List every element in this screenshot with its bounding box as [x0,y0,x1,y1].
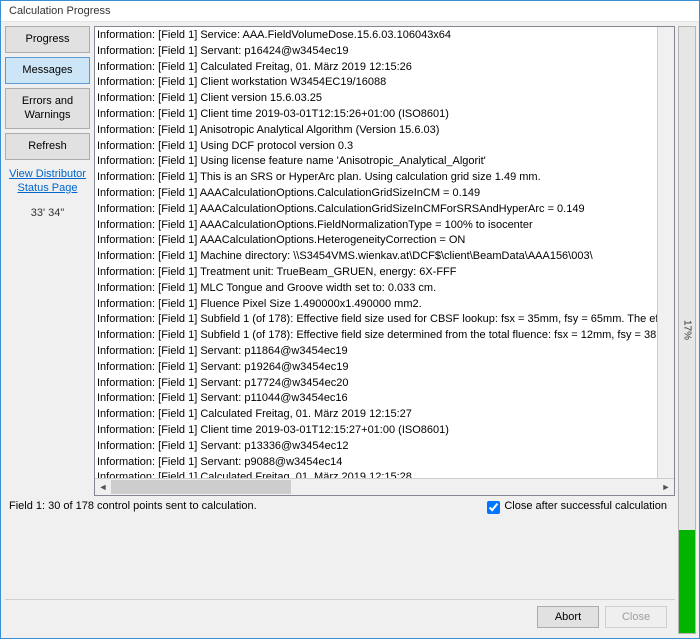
log-line: Information: [Field 1] AAACalculationOpt… [97,233,655,249]
log-line: Information: [Field 1] Subfield 1 (of 17… [97,328,655,344]
sidebar: Progress Messages Errors and Warnings Re… [5,26,94,496]
log-line: Information: [Field 1] Calculated Freita… [97,407,655,423]
close-after-label: Close after successful calculation [504,500,667,514]
spacer [5,514,675,599]
vertical-scrollbar[interactable] [657,27,674,478]
log-line: Information: [Field 1] Machine directory… [97,249,655,265]
log-line: Information: [Field 1] This is an SRS or… [97,170,655,186]
log-line: Information: [Field 1] AAACalculationOpt… [97,218,655,234]
log-line: Information: [Field 1] Subfield 1 (of 17… [97,312,655,328]
log-line: Information: [Field 1] Using license fea… [97,154,655,170]
view-distributor-status-link[interactable]: View Distributor Status Page [5,168,90,196]
messages-log-text[interactable]: Information: [Field 1] Service: AAA.Fiel… [95,27,657,478]
log-line: Information: [Field 1] Anisotropic Analy… [97,123,655,139]
window-title: Calculation Progress [1,1,699,22]
calculation-progress-window: Calculation Progress Progress Messages E… [0,0,700,639]
log-line: Information: [Field 1] Treatment unit: T… [97,265,655,281]
client-area: Progress Messages Errors and Warnings Re… [1,22,699,638]
log-line: Information: [Field 1] Calculated Freita… [97,60,655,76]
log-line: Information: [Field 1] Servant: p9088@w3… [97,455,655,471]
status-row: Field 1: 30 of 178 control points sent t… [5,496,675,514]
log-line: Information: [Field 1] AAACalculationOpt… [97,202,655,218]
log-line: Information: [Field 1] Client version 15… [97,91,655,107]
refresh-button[interactable]: Refresh [5,133,90,160]
progress-column: 17% [675,22,699,638]
horizontal-scrollbar[interactable]: ◄ ► [95,478,674,495]
log-line: Information: [Field 1] Servant: p13336@w… [97,439,655,455]
elapsed-time: 33' 34" [5,207,90,219]
main-column: Progress Messages Errors and Warnings Re… [1,22,675,638]
close-after-successful-checkbox[interactable]: Close after successful calculation [487,500,667,514]
dialog-button-bar: Abort Close [5,599,675,634]
log-line: Information: [Field 1] Fluence Pixel Siz… [97,297,655,313]
scroll-right-arrow[interactable]: ► [658,479,674,495]
abort-button[interactable]: Abort [537,606,599,628]
messages-log-pane: Information: [Field 1] Service: AAA.Fiel… [94,26,675,496]
vertical-progress-bar: 17% [678,26,696,634]
log-line: Information: [Field 1] Using DCF protoco… [97,139,655,155]
upper-row: Progress Messages Errors and Warnings Re… [5,26,675,496]
log-line: Information: [Field 1] Calculated Freita… [97,470,655,478]
scroll-thumb[interactable] [111,480,291,494]
close-after-checkbox-input[interactable] [487,501,500,514]
progress-tab[interactable]: Progress [5,26,90,53]
errors-warnings-tab[interactable]: Errors and Warnings [5,88,90,128]
log-line: Information: [Field 1] Client time 2019-… [97,107,655,123]
log-line: Information: [Field 1] Service: AAA.Fiel… [97,28,655,44]
messages-tab[interactable]: Messages [5,57,90,84]
status-text: Field 1: 30 of 178 control points sent t… [9,500,257,512]
progress-bar-fill [679,530,695,633]
log-line: Information: [Field 1] Servant: p16424@w… [97,44,655,60]
progress-percent-label: 17% [682,320,693,340]
log-line: Information: [Field 1] Servant: p11864@w… [97,344,655,360]
log-line: Information: [Field 1] Client time 2019-… [97,423,655,439]
scroll-left-arrow[interactable]: ◄ [95,479,111,495]
close-button: Close [605,606,667,628]
log-line: Information: [Field 1] AAACalculationOpt… [97,186,655,202]
log-line: Information: [Field 1] Servant: p17724@w… [97,376,655,392]
log-line: Information: [Field 1] Servant: p11044@w… [97,391,655,407]
log-line: Information: [Field 1] MLC Tongue and Gr… [97,281,655,297]
log-line: Information: [Field 1] Servant: p19264@w… [97,360,655,376]
log-line: Information: [Field 1] Client workstatio… [97,75,655,91]
